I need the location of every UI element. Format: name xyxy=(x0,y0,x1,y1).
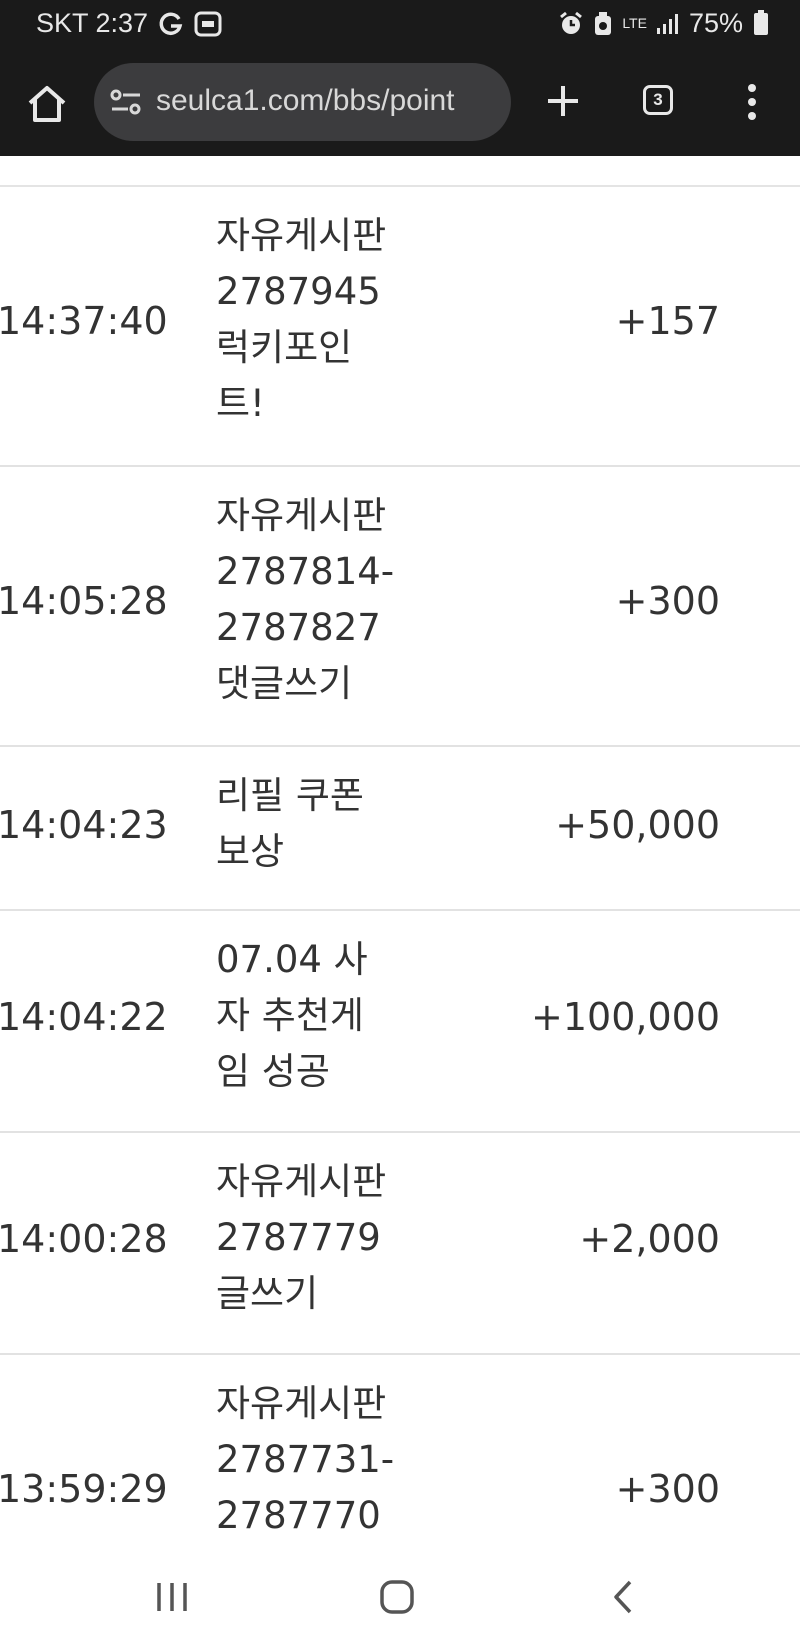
status-bar: SKT 2:37 LTE 75% xyxy=(0,0,800,50)
desc-line: 자유게시판 xyxy=(216,1160,387,1203)
row-point: +157 xyxy=(615,299,720,343)
plus-icon[interactable] xyxy=(545,83,581,119)
alarm-icon xyxy=(558,11,584,37)
row-description: 자유게시판 2787945 럭키포인 트! xyxy=(216,208,406,432)
status-left: SKT 2:37 xyxy=(36,8,222,39)
table-row: 14:00:28 자유게시판 2787779 글쓰기 +2,000 xyxy=(0,1133,800,1355)
row-description: 자유게시판 2787731- 2787770 xyxy=(216,1376,406,1544)
desc-line: 럭키포인 xyxy=(216,326,353,369)
battery-icon xyxy=(754,9,768,35)
desc-line: 자유게시판 xyxy=(216,494,387,537)
row-time: 13:59:29 xyxy=(0,1467,168,1511)
desc-line: 임 성공 xyxy=(216,1050,330,1093)
table-row: 13:59:29 자유게시판 2787731- 2787770 +300 xyxy=(0,1355,800,1549)
home-icon[interactable] xyxy=(24,81,70,127)
desc-line: 2787945 xyxy=(216,270,381,313)
desc-line: 2787827 xyxy=(216,606,381,649)
tune-icon[interactable] xyxy=(110,87,142,117)
app-notification-icon xyxy=(194,11,222,37)
google-icon xyxy=(158,11,184,37)
row-description: 자유게시판 2787814- 2787827 댓글쓰기 xyxy=(216,488,406,712)
desc-line: 자유게시판 xyxy=(216,214,387,257)
row-description: 리필 쿠폰 보상 xyxy=(216,768,406,880)
browser-toolbar: seulca1.com/bbs/point 3 xyxy=(0,50,800,156)
table-row: 14:04:23 리필 쿠폰 보상 +50,000 xyxy=(0,747,800,911)
status-right: LTE 75% xyxy=(558,8,768,39)
row-point: +100,000 xyxy=(531,995,720,1039)
row-time: 14:00:28 xyxy=(0,1217,168,1261)
table-row: 14:05:28 자유게시판 2787814- 2787827 댓글쓰기 +30… xyxy=(0,467,800,747)
network-label: LTE xyxy=(622,15,647,31)
nav-home-icon[interactable] xyxy=(375,1575,419,1619)
row-time: 14:37:40 xyxy=(0,299,168,343)
recycle-icon xyxy=(593,11,613,37)
more-vert-icon[interactable] xyxy=(742,82,762,122)
tab-count: 3 xyxy=(653,90,663,109)
table-row: 14:04:22 07.04 사 자 추천게 임 성공 +100,000 xyxy=(0,911,800,1133)
desc-line: 보상 xyxy=(216,830,285,873)
signal-icon xyxy=(656,13,680,35)
point-history-list[interactable]: 14:37:40 자유게시판 2787945 럭키포인 트! +157 14:0… xyxy=(0,156,800,1549)
row-point: +300 xyxy=(615,579,720,623)
url-text[interactable]: seulca1.com/bbs/point xyxy=(156,84,455,118)
row-point: +50,000 xyxy=(555,803,720,847)
system-nav-bar xyxy=(0,1549,800,1645)
recent-apps-icon[interactable] xyxy=(150,1575,194,1619)
network-type-indicator: LTE xyxy=(622,15,647,31)
back-icon[interactable] xyxy=(601,1575,645,1619)
desc-line: 리필 쿠폰 xyxy=(216,774,364,817)
table-row: 14:37:40 자유게시판 2787945 럭키포인 트! +157 xyxy=(0,187,800,467)
desc-line: 댓글쓰기 xyxy=(216,662,353,705)
row-point: +2,000 xyxy=(579,1217,720,1261)
desc-line: 글쓰기 xyxy=(216,1272,319,1315)
desc-line: 자 추천게 xyxy=(216,994,364,1037)
carrier-time: SKT 2:37 xyxy=(36,8,149,38)
desc-line: 2787814- xyxy=(216,550,395,593)
desc-line: 트! xyxy=(216,382,265,425)
row-time: 14:04:23 xyxy=(0,803,168,847)
tab-switcher-icon[interactable]: 3 xyxy=(643,85,673,115)
address-bar[interactable]: seulca1.com/bbs/point xyxy=(94,63,511,141)
row-time: 14:04:22 xyxy=(0,995,168,1039)
desc-line: 자유게시판 xyxy=(216,1382,387,1425)
desc-line: 2787731- xyxy=(216,1438,395,1481)
battery-percent: 75% xyxy=(688,8,743,38)
desc-line: 07.04 사 xyxy=(216,938,368,981)
row-point: +300 xyxy=(615,1467,720,1511)
desc-line: 2787779 xyxy=(216,1216,381,1259)
row-time: 14:05:28 xyxy=(0,579,168,623)
row-description: 07.04 사 자 추천게 임 성공 xyxy=(216,932,406,1100)
row-description: 자유게시판 2787779 글쓰기 xyxy=(216,1154,406,1322)
desc-line: 2787770 xyxy=(216,1494,381,1537)
